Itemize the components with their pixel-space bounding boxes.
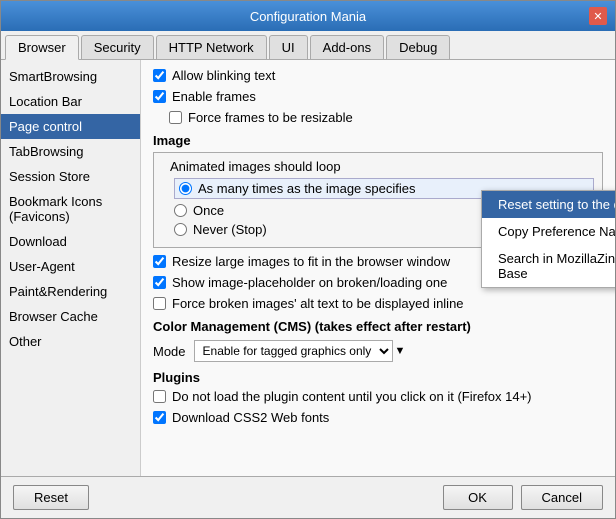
image-placeholder-checkbox[interactable] — [153, 276, 166, 289]
download-css-checkbox[interactable] — [153, 411, 166, 424]
close-button[interactable]: ✕ — [589, 7, 607, 25]
sidebar-item-sessionstore[interactable]: Session Store — [1, 164, 140, 189]
enable-frames-label: Enable frames — [172, 89, 256, 104]
tab-debug[interactable]: Debug — [386, 35, 450, 59]
context-menu: Reset setting to the default value Copy … — [481, 190, 615, 288]
tab-addons[interactable]: Add-ons — [310, 35, 384, 59]
bottom-bar: Reset OK Cancel — [1, 476, 615, 518]
broken-images-row: Force broken images' alt text to be disp… — [153, 296, 603, 311]
force-frames-label: Force frames to be resizable — [188, 110, 353, 125]
sidebar-item-smartbrowsing[interactable]: SmartBrowsing — [1, 64, 140, 89]
radio-never-label: Never (Stop) — [193, 222, 267, 237]
resize-images-checkbox[interactable] — [153, 255, 166, 268]
plugins-section-label: Plugins — [153, 370, 603, 385]
sidebar-item-other[interactable]: Other — [1, 329, 140, 354]
ctx-menu-item-copy[interactable]: Copy Preference Name — [482, 218, 615, 245]
tab-browser[interactable]: Browser — [5, 35, 79, 60]
mode-label: Mode — [153, 344, 186, 359]
sidebar-item-download[interactable]: Download — [1, 229, 140, 254]
enable-frames-checkbox[interactable] — [153, 90, 166, 103]
allow-blinking-checkbox[interactable] — [153, 69, 166, 82]
content-area: SmartBrowsing Location Bar Page control … — [1, 60, 615, 476]
mode-row: Mode Enable for tagged graphics onlyDisa… — [153, 340, 603, 362]
image-section-label: Image — [153, 133, 603, 148]
download-css-label: Download CSS2 Web fonts — [172, 410, 329, 425]
mode-select[interactable]: Enable for tagged graphics onlyDisableFu… — [194, 340, 393, 362]
tab-http-network[interactable]: HTTP Network — [156, 35, 267, 59]
main-window: Configuration Mania ✕ Browser Security H… — [0, 0, 616, 519]
broken-images-label: Force broken images' alt text to be disp… — [172, 296, 464, 311]
sidebar-item-useragent[interactable]: User-Agent — [1, 254, 140, 279]
force-frames-row: Force frames to be resizable — [169, 110, 603, 125]
tab-ui[interactable]: UI — [269, 35, 308, 59]
tabs-bar: Browser Security HTTP Network UI Add-ons… — [1, 31, 615, 60]
allow-blinking-label: Allow blinking text — [172, 68, 275, 83]
dropdown-arrow-icon: ▼ — [395, 345, 406, 357]
sidebar-item-locationbar[interactable]: Location Bar — [1, 89, 140, 114]
sidebar-item-pagecontrol[interactable]: Page control — [1, 114, 140, 139]
ok-cancel-group: OK Cancel — [443, 485, 603, 510]
reset-button[interactable]: Reset — [13, 485, 89, 510]
radio-specifies-label: As many times as the image specifies — [198, 181, 415, 196]
title-bar: Configuration Mania ✕ — [1, 1, 615, 31]
enable-frames-row: Enable frames — [153, 89, 603, 104]
no-plugin-load-label: Do not load the plugin content until you… — [172, 389, 532, 404]
force-frames-checkbox[interactable] — [169, 111, 182, 124]
sidebar-item-tabbrowsing[interactable]: TabBrowsing — [1, 139, 140, 164]
no-plugin-load-checkbox[interactable] — [153, 390, 166, 403]
radio-never[interactable] — [174, 223, 187, 236]
sidebar-item-paintrendering[interactable]: Paint&Rendering — [1, 279, 140, 304]
allow-blinking-row: Allow blinking text — [153, 68, 603, 83]
image-placeholder-label: Show image-placeholder on broken/loading… — [172, 275, 447, 290]
sidebar-item-browsercache[interactable]: Browser Cache — [1, 304, 140, 329]
sidebar-item-bookmark-icons[interactable]: Bookmark Icons (Favicons) — [1, 189, 140, 229]
no-plugin-load-row: Do not load the plugin content until you… — [153, 389, 603, 404]
window-title: Configuration Mania — [27, 9, 589, 24]
ctx-menu-item-reset[interactable]: Reset setting to the default value — [482, 191, 615, 218]
tab-security[interactable]: Security — [81, 35, 154, 59]
resize-images-label: Resize large images to fit in the browse… — [172, 254, 450, 269]
main-panel: Allow blinking text Enable frames Force … — [141, 60, 615, 476]
sidebar: SmartBrowsing Location Bar Page control … — [1, 60, 141, 476]
radio-once-label: Once — [193, 203, 224, 218]
ctx-menu-item-search[interactable]: Search in MozillaZine Knowledge Base — [482, 245, 615, 287]
animated-label: Animated images should loop — [170, 159, 594, 174]
broken-images-checkbox[interactable] — [153, 297, 166, 310]
cms-section-label: Color Management (CMS) (takes effect aft… — [153, 319, 603, 334]
ok-button[interactable]: OK — [443, 485, 513, 510]
cancel-button[interactable]: Cancel — [521, 485, 603, 510]
download-css-row: Download CSS2 Web fonts — [153, 410, 603, 425]
radio-once[interactable] — [174, 204, 187, 217]
radio-specifies[interactable] — [179, 182, 192, 195]
